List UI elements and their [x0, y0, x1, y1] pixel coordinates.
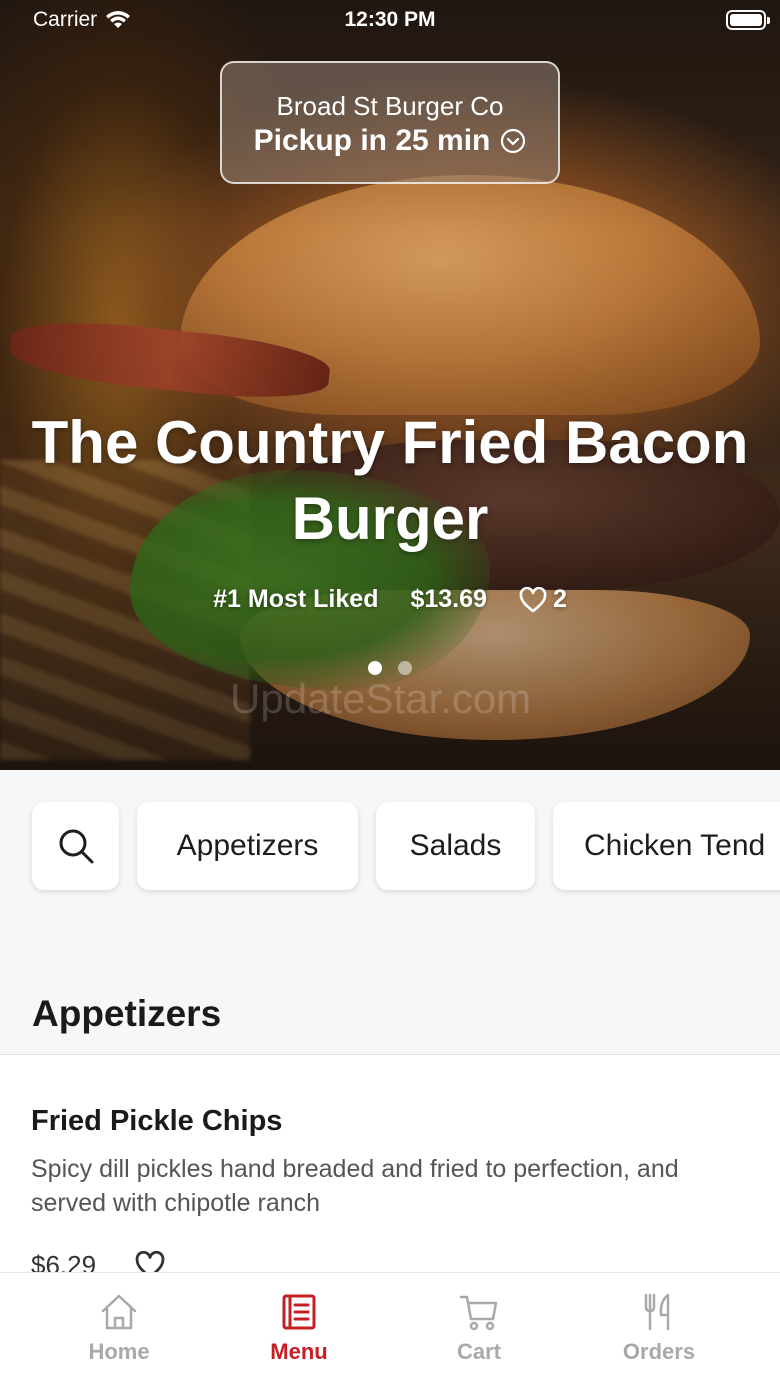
- section-title: Appetizers: [32, 993, 222, 1034]
- chevron-down-circle-icon: [501, 128, 526, 154]
- carousel-dot-2[interactable]: [398, 661, 412, 675]
- likes-count: 2: [552, 585, 567, 613]
- tab-menu-label: Menu: [270, 1339, 328, 1364]
- heart-icon: [519, 586, 547, 612]
- battery-icon: [726, 10, 770, 30]
- status-bar: Carrier 12:30 PM: [0, 0, 780, 40]
- category-chip-salads[interactable]: Salads: [376, 802, 535, 890]
- featured-item-meta: #1 Most Liked $13.69 2: [0, 585, 780, 614]
- featured-price: $13.69: [410, 585, 487, 613]
- home-icon: [101, 1294, 137, 1330]
- cart-icon: [459, 1295, 498, 1331]
- store-name: Broad St Burger Co: [276, 91, 504, 121]
- bottom-tab-bar: Home Menu Cart Orders: [0, 1272, 780, 1387]
- status-time: 12:30 PM: [344, 8, 436, 31]
- menu-icon: [282, 1294, 316, 1330]
- category-chips: Appetizers Salads Chicken Tend: [0, 770, 780, 925]
- orders-icon: [644, 1293, 670, 1331]
- featured-likes[interactable]: 2: [519, 585, 567, 614]
- search-button[interactable]: [32, 802, 119, 890]
- tab-cart-label: Cart: [456, 1339, 501, 1364]
- category-chip-chicken-tenders[interactable]: Chicken Tend: [553, 802, 780, 890]
- carousel-pagination[interactable]: [0, 661, 780, 675]
- tab-orders[interactable]: Orders: [569, 1273, 749, 1387]
- pickup-time-label: Pickup in 25 min: [253, 124, 491, 157]
- watermark: UpdateStar.com: [230, 675, 532, 722]
- tab-cart[interactable]: Cart: [389, 1273, 569, 1387]
- tab-orders-label: Orders: [622, 1339, 696, 1364]
- menu-item-card[interactable]: Fried Pickle Chips Spicy dill pickles ha…: [0, 1054, 780, 1284]
- tab-home[interactable]: Home: [29, 1273, 209, 1387]
- menu-item-description: Spicy dill pickles hand breaded and frie…: [31, 1155, 679, 1217]
- tab-menu[interactable]: Menu: [209, 1273, 389, 1387]
- featured-item-title: The Country Fried Bacon Burger: [31, 409, 749, 552]
- search-icon: [59, 829, 93, 864]
- featured-badge: #1 Most Liked: [213, 585, 379, 613]
- category-chip-appetizers[interactable]: Appetizers: [137, 802, 358, 890]
- hero-banner[interactable]: Carrier 12:30 PM Broad St Burger Co Pick…: [0, 0, 780, 770]
- menu-item-name: Fried Pickle Chips: [31, 1105, 283, 1137]
- tab-home-label: Home: [88, 1339, 150, 1364]
- pickup-selector-button[interactable]: Broad St Burger Co Pickup in 25 min: [220, 61, 560, 184]
- carousel-dot-1[interactable]: [368, 661, 382, 675]
